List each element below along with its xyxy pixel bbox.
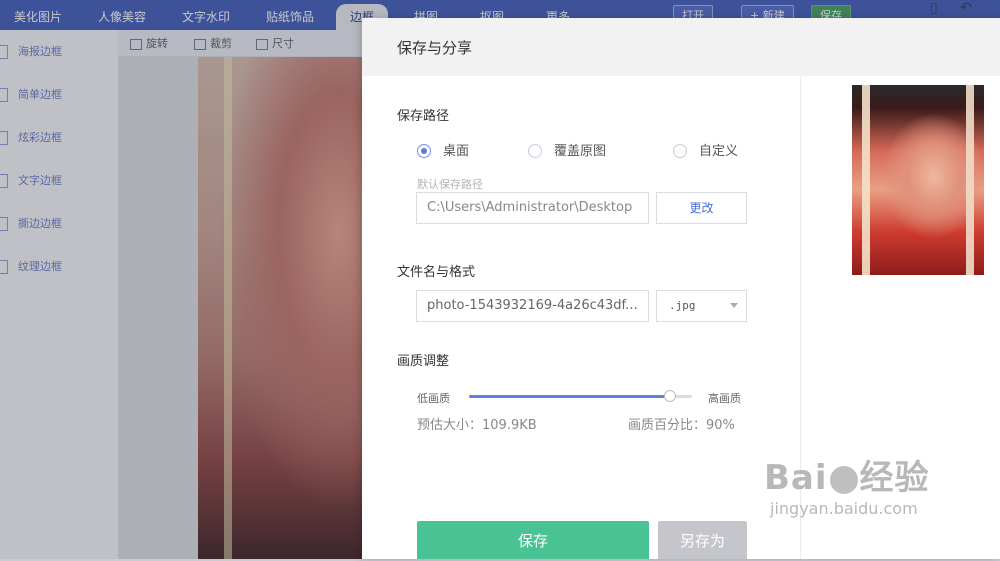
low-quality-label: 低画质 — [417, 392, 450, 405]
baidu-jingyan-watermark: Bai 经验 jingyan.baidu.com — [764, 450, 930, 518]
radio-overwrite-label: 覆盖原图 — [554, 144, 607, 159]
save-path-heading: 保存路径 — [397, 109, 450, 124]
quality-slider[interactable] — [469, 390, 692, 402]
quality-heading: 画质调整 — [397, 354, 450, 369]
default-path-hint: 默认保存路径 — [417, 178, 483, 191]
format-select[interactable]: .jpg — [656, 290, 747, 322]
dialog-title: 保存与分享 — [397, 39, 473, 57]
paw-icon — [829, 465, 858, 494]
format-value: .jpg — [669, 299, 696, 312]
chevron-down-icon — [730, 303, 738, 308]
filename-format-heading: 文件名与格式 — [397, 265, 476, 280]
watermark-site: jingyan.baidu.com — [770, 499, 918, 518]
quality-slider-fill — [469, 395, 670, 398]
radio-custom-label: 自定义 — [699, 144, 739, 159]
quality-percent: 画质百分比：90% — [628, 418, 735, 433]
radio-empty-icon — [528, 143, 542, 158]
radio-custom[interactable]: 自定义 — [673, 140, 738, 159]
save-as-button[interactable]: 另存为 — [658, 521, 747, 559]
quality-slider-thumb[interactable] — [663, 390, 676, 402]
radio-overwrite[interactable]: 覆盖原图 — [528, 140, 606, 159]
watermark-logo-text: Bai — [764, 458, 828, 498]
estimated-size: 预估大小：109.9KB — [417, 418, 537, 433]
save-path-field[interactable]: C:\Users\Administrator\Desktop — [416, 192, 649, 224]
high-quality-label: 高画质 — [708, 392, 741, 405]
watermark-logo-cn: 经验 — [859, 458, 930, 498]
radio-desktop[interactable]: 桌面 — [417, 140, 469, 159]
dialog-header: 保存与分享 — [362, 18, 1000, 76]
radio-empty-icon — [673, 143, 687, 158]
radio-selected-icon — [417, 143, 431, 158]
preview-thumbnail — [852, 85, 984, 275]
save-button[interactable]: 保存 — [417, 521, 649, 559]
radio-desktop-label: 桌面 — [443, 144, 470, 159]
watermark-logo: Bai 经验 — [764, 450, 930, 499]
filename-field[interactable]: photo-1543932169-4a26c43df... — [416, 290, 649, 322]
change-path-button[interactable]: 更改 — [656, 192, 747, 224]
